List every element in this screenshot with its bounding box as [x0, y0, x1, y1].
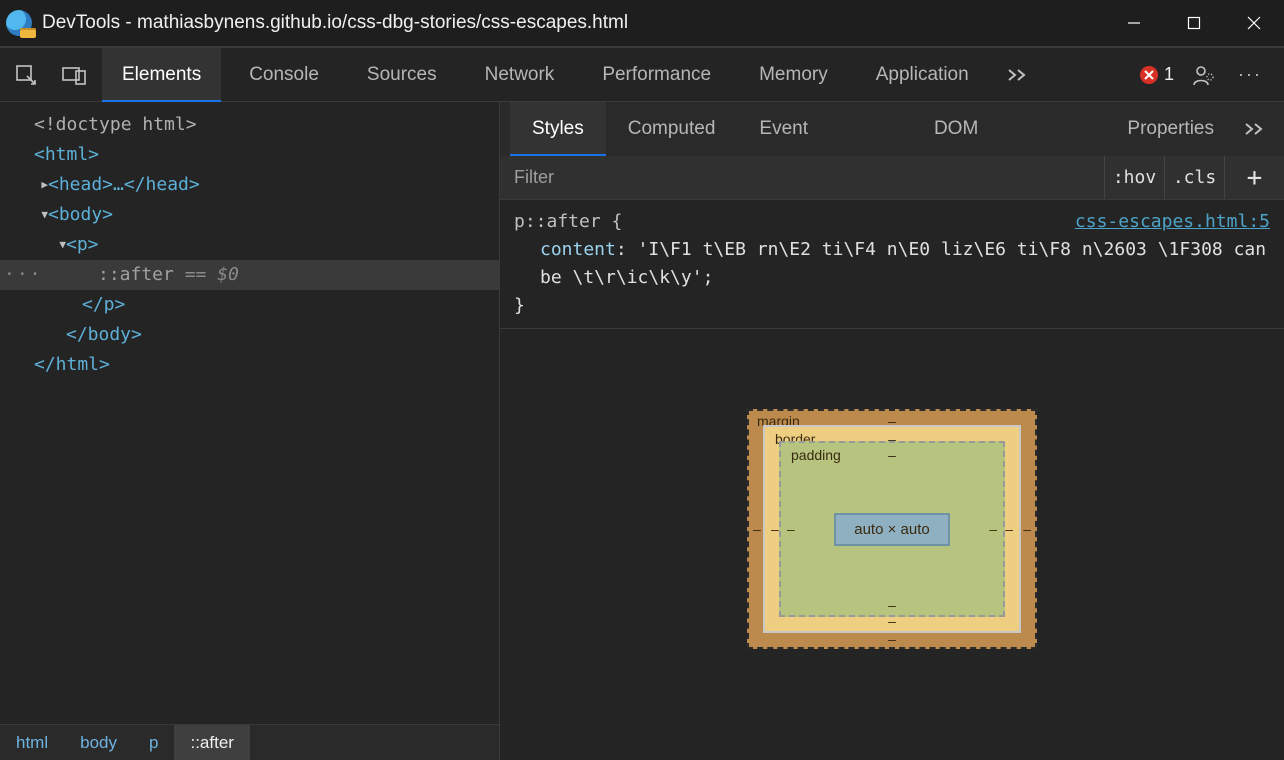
tab-memory[interactable]: Memory: [739, 48, 848, 102]
dom-node-html-close[interactable]: </html>: [0, 350, 499, 380]
dom-node-doctype[interactable]: <!doctype html>: [0, 110, 499, 140]
tab-application[interactable]: Application: [856, 48, 989, 102]
error-icon: [1140, 66, 1158, 84]
minimize-button[interactable]: [1104, 0, 1164, 46]
subtab-event-listeners[interactable]: Event Listeners: [737, 102, 912, 156]
padding-label: padding: [791, 447, 841, 463]
dom-node-html-open[interactable]: <html>: [0, 140, 499, 170]
rule-selector[interactable]: p::after {: [514, 211, 622, 232]
crumb-after[interactable]: ::after: [174, 725, 249, 760]
styles-sub-tabs: Styles Computed Event Listeners DOM Brea…: [500, 102, 1284, 156]
window-titlebar: DevTools - mathiasbynens.github.io/css-d…: [0, 0, 1284, 48]
styles-filter-input[interactable]: [500, 156, 1104, 199]
rule-property-name[interactable]: content: [540, 239, 616, 260]
inspect-element-button[interactable]: [6, 48, 46, 102]
device-icon: [62, 65, 86, 85]
inspect-icon: [15, 64, 37, 86]
dom-node-head[interactable]: ▶<head>…</head>: [0, 170, 499, 200]
close-icon: [1247, 16, 1261, 30]
dom-node-body-close[interactable]: </body>: [0, 320, 499, 350]
toggle-class-button[interactable]: .cls: [1164, 156, 1224, 199]
more-tabs-button[interactable]: [997, 62, 1039, 88]
rule-close-brace: }: [514, 295, 525, 316]
tab-performance[interactable]: Performance: [582, 48, 731, 102]
styles-filter-bar: :hov .cls +: [500, 156, 1284, 200]
chevron-double-right-icon: [1244, 122, 1266, 136]
maximize-button[interactable]: [1164, 0, 1224, 46]
styles-panel: Styles Computed Event Listeners DOM Brea…: [500, 102, 1284, 760]
app-icon: [6, 10, 32, 36]
subtab-properties[interactable]: Properties: [1105, 102, 1236, 156]
window-title: DevTools - mathiasbynens.github.io/css-d…: [42, 12, 1104, 34]
box-model-diagram-container: margin – – – – border – – – – padding –: [500, 329, 1284, 760]
collapse-icon[interactable]: ▼: [36, 230, 66, 260]
tab-network[interactable]: Network: [465, 48, 575, 102]
more-subtabs-button[interactable]: [1236, 116, 1274, 142]
account-button[interactable]: [1188, 48, 1218, 102]
customize-button[interactable]: ···: [1232, 64, 1268, 85]
tab-sources[interactable]: Sources: [347, 48, 457, 102]
css-rule-block[interactable]: css-escapes.html:5 p::after { content: '…: [500, 200, 1284, 329]
dom-node-p-close[interactable]: </p>: [0, 290, 499, 320]
device-toolbar-button[interactable]: [54, 48, 94, 102]
dom-node-pseudo-after[interactable]: ::after == $0: [0, 260, 499, 290]
error-count-value: 1: [1164, 64, 1174, 85]
subtab-styles[interactable]: Styles: [510, 102, 606, 156]
breadcrumb: html body p ::after: [0, 724, 499, 760]
tab-console[interactable]: Console: [229, 48, 339, 102]
subtab-computed[interactable]: Computed: [606, 102, 738, 156]
crumb-html[interactable]: html: [0, 725, 64, 760]
box-model-content[interactable]: auto × auto: [834, 513, 949, 546]
close-button[interactable]: [1224, 0, 1284, 46]
chevron-double-right-icon: [1007, 68, 1029, 82]
box-model-padding[interactable]: padding – – – – auto × auto: [779, 441, 1005, 617]
main-tab-strip: Elements Console Sources Network Perform…: [0, 48, 1284, 102]
minimize-icon: [1127, 16, 1141, 30]
dollar-zero-ref: $0: [217, 264, 239, 285]
subtab-dom-breakpoints[interactable]: DOM Breakpoints: [912, 102, 1105, 156]
crumb-p[interactable]: p: [133, 725, 174, 760]
expand-icon[interactable]: ▶: [18, 170, 48, 200]
toggle-hover-button[interactable]: :hov: [1104, 156, 1164, 199]
box-model-border[interactable]: border – – – – padding – – – – auto × au…: [763, 425, 1021, 633]
new-style-rule-button[interactable]: +: [1224, 156, 1284, 199]
crumb-body[interactable]: body: [64, 725, 133, 760]
rule-property-value[interactable]: 'I\F1 t\EB rn\E2 ti\F4 n\E0 liz\E6 ti\F8…: [540, 239, 1266, 288]
pseudo-element-label: ::after: [98, 264, 174, 285]
error-count[interactable]: 1: [1140, 64, 1174, 85]
elements-panel: <!doctype html> <html> ▶<head>…</head> ▼…: [0, 102, 500, 760]
box-model-margin[interactable]: margin – – – – border – – – – padding –: [747, 409, 1037, 649]
rule-source-link[interactable]: css-escapes.html:5: [1075, 208, 1270, 236]
account-icon: [1192, 64, 1214, 86]
tab-elements[interactable]: Elements: [102, 48, 221, 102]
dom-node-body-open[interactable]: ▼<body>: [0, 200, 499, 230]
dom-tree[interactable]: <!doctype html> <html> ▶<head>…</head> ▼…: [0, 102, 499, 724]
maximize-icon: [1187, 16, 1201, 30]
collapse-icon[interactable]: ▼: [18, 200, 48, 230]
box-model-diagram[interactable]: margin – – – – border – – – – padding –: [747, 409, 1037, 649]
dom-node-p-open[interactable]: ▼<p>: [0, 230, 499, 260]
